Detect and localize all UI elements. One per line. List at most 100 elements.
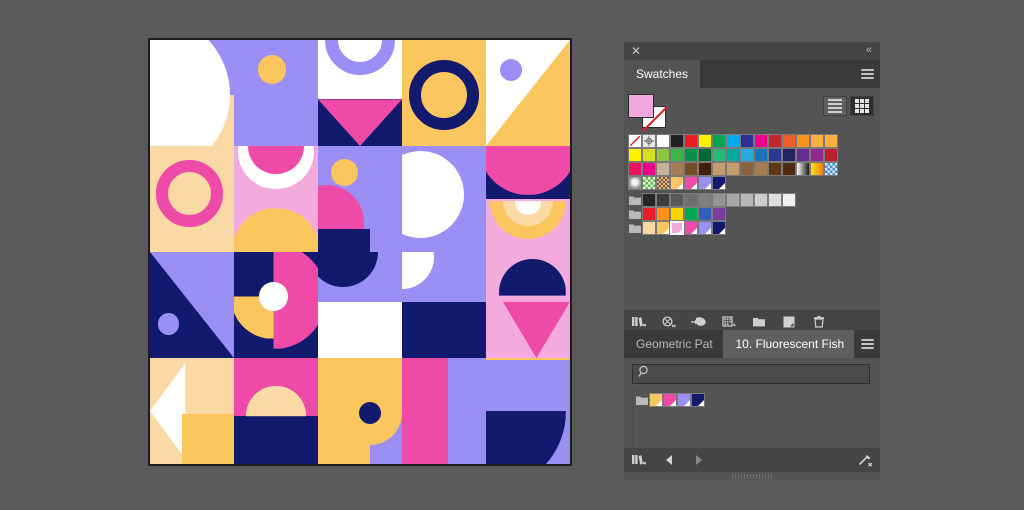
- fill-swatch[interactable]: [628, 94, 654, 118]
- swatch-color[interactable]: [796, 134, 810, 148]
- color-group-folder-icon[interactable]: [628, 221, 642, 235]
- swatch-color[interactable]: [754, 162, 768, 176]
- swatch-color[interactable]: [754, 134, 768, 148]
- swatch-color[interactable]: [754, 193, 768, 207]
- swatch-color[interactable]: [712, 207, 726, 221]
- swatch-color[interactable]: [684, 193, 698, 207]
- swatch-spot-color[interactable]: [649, 393, 663, 407]
- swatch-color[interactable]: [768, 134, 782, 148]
- swatch-color[interactable]: [810, 134, 824, 148]
- color-group-folder-icon[interactable]: [628, 193, 642, 207]
- swatches-panel[interactable]: ✕ « Swatches: [624, 42, 880, 334]
- swatch-color[interactable]: [656, 148, 670, 162]
- swatch-spot-color[interactable]: [698, 221, 712, 235]
- swatch-color[interactable]: [670, 148, 684, 162]
- swatch-none[interactable]: [628, 134, 642, 148]
- swatch-color[interactable]: [768, 162, 782, 176]
- swatch-color[interactable]: [656, 162, 670, 176]
- library-swatch-list[interactable]: [635, 393, 705, 407]
- swatch-color[interactable]: [628, 162, 642, 176]
- tab-swatches[interactable]: Swatches: [624, 60, 701, 88]
- swatch-color[interactable]: [698, 134, 712, 148]
- swatch-color[interactable]: [684, 207, 698, 221]
- geometric-pattern-artwork[interactable]: [150, 40, 570, 464]
- swatch-spot-color[interactable]: [656, 221, 670, 235]
- swatch-color[interactable]: [642, 148, 656, 162]
- swatch-spot-color[interactable]: [712, 221, 726, 235]
- swatch-color[interactable]: [712, 148, 726, 162]
- swatch-color[interactable]: [768, 148, 782, 162]
- swatch-color[interactable]: [782, 162, 796, 176]
- swatch-pattern[interactable]: [642, 176, 656, 190]
- swatch-color[interactable]: [684, 162, 698, 176]
- swatch-color[interactable]: [740, 134, 754, 148]
- swatch-color[interactable]: [712, 162, 726, 176]
- library-swatch-area[interactable]: [632, 390, 870, 452]
- fill-stroke-indicator[interactable]: [628, 94, 668, 132]
- swatch-color[interactable]: [726, 134, 740, 148]
- swatch-color[interactable]: [642, 193, 656, 207]
- swatch-color[interactable]: [656, 207, 670, 221]
- swatch-color[interactable]: [684, 134, 698, 148]
- swatch-spot-color[interactable]: [670, 221, 684, 235]
- swatch-color[interactable]: [628, 148, 642, 162]
- persistent-library-icon[interactable]: [850, 448, 880, 472]
- swatch-pattern[interactable]: [824, 162, 838, 176]
- close-icon[interactable]: ✕: [630, 45, 642, 57]
- library-search-input[interactable]: [651, 367, 869, 381]
- swatch-color[interactable]: [754, 148, 768, 162]
- swatch-pattern[interactable]: [628, 176, 642, 190]
- next-library-icon[interactable]: [684, 448, 714, 472]
- swatch-library-panel[interactable]: Geometric Pat 10. Fluorescent Fish: [624, 330, 880, 480]
- swatch-color[interactable]: [810, 148, 824, 162]
- swatch-grid[interactable]: [628, 134, 838, 235]
- swatch-spot-color[interactable]: [684, 176, 698, 190]
- swatch-spot-color[interactable]: [698, 176, 712, 190]
- swatch-spot-color[interactable]: [712, 176, 726, 190]
- swatch-color[interactable]: [726, 193, 740, 207]
- swatch-color[interactable]: [782, 193, 796, 207]
- library-search-bar[interactable]: [632, 364, 870, 384]
- collapse-panel-icon[interactable]: «: [866, 44, 872, 57]
- swatch-gradient[interactable]: [810, 162, 824, 176]
- swatch-color[interactable]: [698, 148, 712, 162]
- artboard-frame[interactable]: [148, 38, 572, 466]
- library-panel-menu-icon[interactable]: [854, 330, 880, 358]
- swatch-color[interactable]: [698, 207, 712, 221]
- swatch-color[interactable]: [740, 193, 754, 207]
- swatch-color[interactable]: [726, 162, 740, 176]
- swatch-color[interactable]: [656, 193, 670, 207]
- tab-fluorescent-fish[interactable]: 10. Fluorescent Fish: [723, 330, 855, 358]
- swatch-libraries-menu-icon[interactable]: [624, 448, 654, 472]
- swatch-color[interactable]: [796, 148, 810, 162]
- swatch-color[interactable]: [726, 148, 740, 162]
- swatch-spot-color[interactable]: [670, 176, 684, 190]
- swatch-registration[interactable]: [642, 134, 656, 148]
- swatch-color[interactable]: [712, 134, 726, 148]
- swatch-gradient[interactable]: [796, 162, 810, 176]
- swatch-color[interactable]: [642, 207, 656, 221]
- swatch-color[interactable]: [670, 162, 684, 176]
- color-group-folder-icon[interactable]: [628, 207, 642, 221]
- grid-view-button[interactable]: [850, 96, 874, 116]
- swatch-spot-color[interactable]: [691, 393, 705, 407]
- panel-resize-grip[interactable]: [732, 474, 772, 479]
- list-view-button[interactable]: [823, 96, 847, 116]
- swatch-color[interactable]: [698, 162, 712, 176]
- color-group-folder-icon[interactable]: [635, 393, 649, 407]
- swatch-color[interactable]: [642, 162, 656, 176]
- swatch-spot-color[interactable]: [677, 393, 691, 407]
- swatch-color[interactable]: [656, 134, 670, 148]
- swatch-color[interactable]: [782, 148, 796, 162]
- swatch-color[interactable]: [670, 134, 684, 148]
- swatch-color[interactable]: [740, 148, 754, 162]
- swatch-color[interactable]: [642, 221, 656, 235]
- swatch-color[interactable]: [824, 134, 838, 148]
- swatch-spot-color[interactable]: [663, 393, 677, 407]
- swatch-color[interactable]: [740, 162, 754, 176]
- swatch-color[interactable]: [768, 193, 782, 207]
- swatch-pattern[interactable]: [656, 176, 670, 190]
- tab-geometric-pattern[interactable]: Geometric Pat: [624, 330, 724, 358]
- swatch-color[interactable]: [684, 148, 698, 162]
- swatch-color[interactable]: [824, 148, 838, 162]
